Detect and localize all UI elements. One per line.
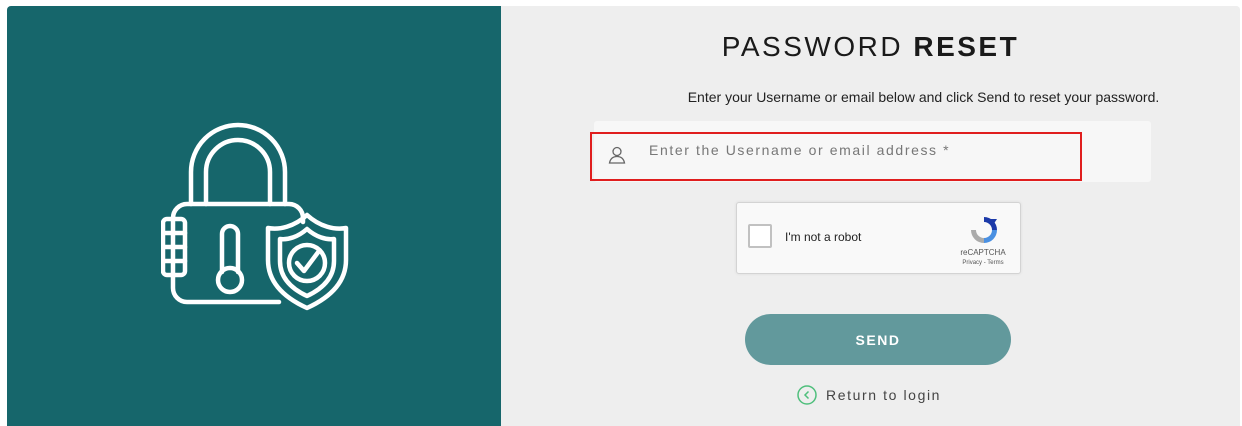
user-icon — [608, 146, 626, 164]
recaptcha-checkbox[interactable] — [748, 224, 772, 248]
instructions-text: Enter your Username or email below and c… — [687, 89, 1160, 105]
page-title: PASSWORD RESET — [501, 31, 1240, 63]
recaptcha-label: I'm not a robot — [785, 230, 862, 244]
recaptcha-brand: reCAPTCHA — [960, 248, 1006, 257]
chevron-left-circle-icon — [797, 385, 817, 405]
recaptcha-privacy-terms[interactable]: Privacy - Terms — [948, 260, 1018, 266]
reset-form-panel: PASSWORD RESET Enter your Username or em… — [501, 6, 1240, 426]
password-reset-card: PASSWORD RESET Enter your Username or em… — [7, 6, 1240, 426]
return-to-login-label: Return to login — [826, 387, 942, 403]
recaptcha-logo-icon — [971, 217, 997, 243]
recaptcha-widget: I'm not a robot reCAPTCHA Privacy - Term… — [736, 202, 1021, 274]
illustration-panel — [7, 6, 501, 426]
padlock-with-shield-check-icon — [161, 122, 349, 311]
username-email-input[interactable] — [647, 138, 1071, 162]
title-bold: RESET — [913, 31, 1020, 62]
return-to-login-link[interactable]: Return to login — [797, 384, 941, 406]
send-button[interactable]: SEND — [745, 314, 1011, 365]
title-light: PASSWORD — [721, 31, 904, 62]
